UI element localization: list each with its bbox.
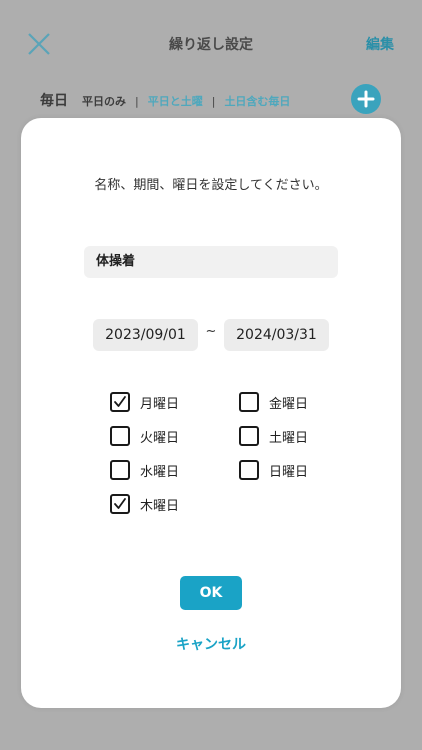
checkbox[interactable] xyxy=(239,392,259,412)
repeat-settings-dialog: 名称、期間、曜日を設定してください。 体操着 2023/09/01 ~ 2024… xyxy=(21,118,401,708)
cancel-button[interactable]: キャンセル xyxy=(21,634,401,654)
dialog-instruction: 名称、期間、曜日を設定してください。 xyxy=(94,178,328,193)
filter-separator: | xyxy=(211,95,216,108)
page-title: 繰り返し設定 xyxy=(169,37,253,53)
day-label-friday: 金曜日 xyxy=(269,396,309,412)
filter-weekdays-only[interactable]: 平日のみ xyxy=(82,93,126,109)
checkbox[interactable] xyxy=(239,426,259,446)
checkmark-icon xyxy=(114,396,126,407)
checkbox[interactable] xyxy=(110,426,130,446)
name-input[interactable]: 体操着 xyxy=(84,246,338,278)
edit-button[interactable]: 編集 xyxy=(366,34,394,54)
end-date-field[interactable]: 2024/03/31 xyxy=(224,319,329,351)
checkbox[interactable] xyxy=(110,392,130,412)
day-checkbox-sunday[interactable]: 日曜日 xyxy=(239,459,308,481)
day-checkbox-thursday[interactable]: 木曜日 xyxy=(110,493,179,515)
filter-separator: | xyxy=(135,95,139,108)
checkbox[interactable] xyxy=(110,494,130,514)
plus-icon xyxy=(357,90,375,108)
day-label-monday: 月曜日 xyxy=(140,396,180,412)
day-checkbox-tuesday[interactable]: 火曜日 xyxy=(110,425,179,447)
daily-label: 毎日 xyxy=(40,93,68,109)
day-label-wednesday: 水曜日 xyxy=(140,464,180,480)
day-label-thursday: 木曜日 xyxy=(140,498,180,514)
filter-bar: 毎日 平日のみ | 平日と土曜 | 土日含む毎日 xyxy=(40,90,290,110)
day-label-tuesday: 火曜日 xyxy=(140,430,180,446)
header-bar: 繰り返し設定 編集 毎日 平日のみ | 平日と土曜 | 土日含む毎日 xyxy=(0,0,422,120)
day-checkbox-friday[interactable]: 金曜日 xyxy=(239,391,308,413)
day-label-saturday: 土曜日 xyxy=(269,430,309,446)
filter-weekdays-and-saturday[interactable]: 平日と土曜 xyxy=(148,93,203,109)
checkbox[interactable] xyxy=(110,460,130,480)
start-date-field[interactable]: 2023/09/01 xyxy=(93,319,198,351)
filter-every-day[interactable]: 土日含む毎日 xyxy=(224,93,290,109)
day-checkbox-saturday[interactable]: 土曜日 xyxy=(239,425,308,447)
checkbox[interactable] xyxy=(239,460,259,480)
ok-button[interactable]: OK xyxy=(180,576,242,610)
add-button[interactable] xyxy=(351,84,381,114)
checkmark-icon xyxy=(114,498,126,509)
day-checkbox-monday[interactable]: 月曜日 xyxy=(110,391,179,413)
day-checkbox-wednesday[interactable]: 水曜日 xyxy=(110,459,179,481)
date-range-separator: ~ xyxy=(205,324,217,339)
day-label-sunday: 日曜日 xyxy=(269,464,309,480)
